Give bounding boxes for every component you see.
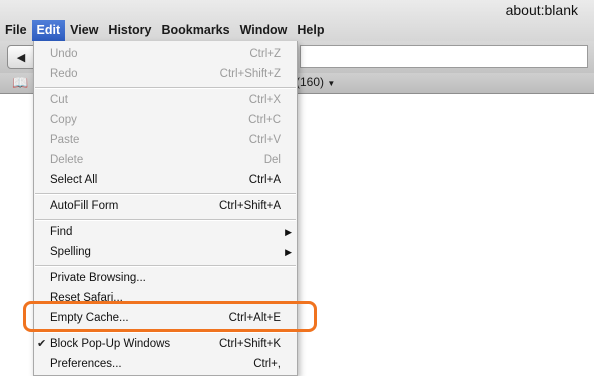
menu-item-find[interactable]: Find ▶ — [34, 222, 297, 242]
menu-separator — [35, 193, 296, 195]
edit-menu-dropdown: Undo Ctrl+Z Redo Ctrl+Shift+Z Cut Ctrl+X… — [33, 41, 298, 376]
menu-item-cut[interactable]: Cut Ctrl+X — [34, 90, 297, 110]
menu-item-shortcut: Ctrl+Shift+A — [219, 200, 281, 212]
menu-item-shortcut: Ctrl+V — [248, 134, 281, 146]
chevron-down-icon: ▼ — [327, 79, 336, 88]
address-field[interactable] — [300, 45, 588, 68]
menu-item-shortcut: Ctrl+C — [248, 114, 281, 126]
menu-item-copy[interactable]: Copy Ctrl+C — [34, 110, 297, 130]
menu-item-shortcut: Del — [263, 154, 281, 166]
menu-item-label: Undo — [50, 48, 78, 60]
menu-item-label: Preferences... — [50, 358, 122, 370]
menu-item-preferences[interactable]: Preferences... Ctrl+, — [34, 354, 297, 374]
menu-window[interactable]: Window — [235, 20, 293, 41]
title-bar: about:blank File Edit View History Bookm… — [0, 0, 594, 41]
menu-item-label: Paste — [50, 134, 80, 146]
menu-item-shortcut: Ctrl+Shift+K — [219, 338, 281, 350]
menu-item-shortcut: Ctrl+Alt+E — [228, 312, 281, 324]
menu-item-shortcut: Ctrl+, — [253, 358, 281, 370]
menu-help[interactable]: Help — [292, 20, 329, 41]
back-button[interactable]: ◀ — [7, 45, 35, 69]
book-icon[interactable]: 📖 — [12, 75, 28, 91]
menu-item-label: Private Browsing... — [50, 272, 146, 284]
menu-item-label: Delete — [50, 154, 84, 166]
menu-separator — [35, 87, 296, 89]
menu-item-shortcut: Ctrl+Shift+Z — [219, 68, 281, 80]
menu-item-delete[interactable]: Delete Del — [34, 150, 297, 170]
menu-item-label: Copy — [50, 114, 77, 126]
menu-history[interactable]: History — [103, 20, 156, 41]
menu-view[interactable]: View — [65, 20, 103, 41]
menu-item-label: Reset Safari... — [50, 292, 123, 304]
menu-item-label: Select All — [50, 174, 98, 186]
menu-item-paste[interactable]: Paste Ctrl+V — [34, 130, 297, 150]
menu-item-label: Empty Cache... — [50, 312, 129, 324]
menu-separator — [35, 331, 296, 333]
menu-item-select-all[interactable]: Select All Ctrl+A — [34, 170, 297, 190]
menu-item-empty-cache[interactable]: Empty Cache... Ctrl+Alt+E — [34, 308, 297, 328]
menu-item-autofill-form[interactable]: AutoFill Form Ctrl+Shift+A — [34, 196, 297, 216]
menu-file[interactable]: File — [0, 20, 32, 41]
menu-separator — [35, 265, 296, 267]
menu-item-shortcut: Ctrl+A — [248, 174, 281, 186]
menu-item-label: Spelling — [50, 246, 91, 258]
menu-item-label: Block Pop-Up Windows — [50, 338, 171, 350]
menu-item-undo[interactable]: Undo Ctrl+Z — [34, 44, 297, 64]
checkmark-icon: ✔ — [37, 338, 47, 350]
menu-item-block-popups[interactable]: ✔ Block Pop-Up Windows Ctrl+Shift+K — [34, 334, 297, 354]
menu-item-redo[interactable]: Redo Ctrl+Shift+Z — [34, 64, 297, 84]
menu-item-label: Cut — [50, 94, 68, 106]
submenu-arrow-icon: ▶ — [285, 227, 292, 237]
menu-item-label: AutoFill Form — [50, 200, 119, 212]
menu-item-reset-safari[interactable]: Reset Safari... — [34, 288, 297, 308]
menu-bar: File Edit View History Bookmarks Window … — [0, 20, 329, 41]
menu-item-shortcut: Ctrl+X — [248, 94, 281, 106]
menu-item-shortcut: Ctrl+Z — [249, 48, 281, 60]
menu-item-label: Find — [50, 226, 73, 238]
bookmark-item-label: (160) — [296, 75, 325, 89]
window-title: about:blank — [505, 2, 578, 18]
menu-item-label: Redo — [50, 68, 78, 80]
menu-edit[interactable]: Edit — [31, 20, 66, 41]
menu-separator — [35, 219, 296, 221]
submenu-arrow-icon: ▶ — [285, 247, 292, 257]
menu-bookmarks[interactable]: Bookmarks — [157, 20, 235, 41]
bookmark-item[interactable]: (160) ▼ — [296, 75, 335, 89]
menu-item-private-browsing[interactable]: Private Browsing... — [34, 268, 297, 288]
back-arrow-icon: ◀ — [16, 51, 26, 64]
menu-item-spelling[interactable]: Spelling ▶ — [34, 242, 297, 262]
